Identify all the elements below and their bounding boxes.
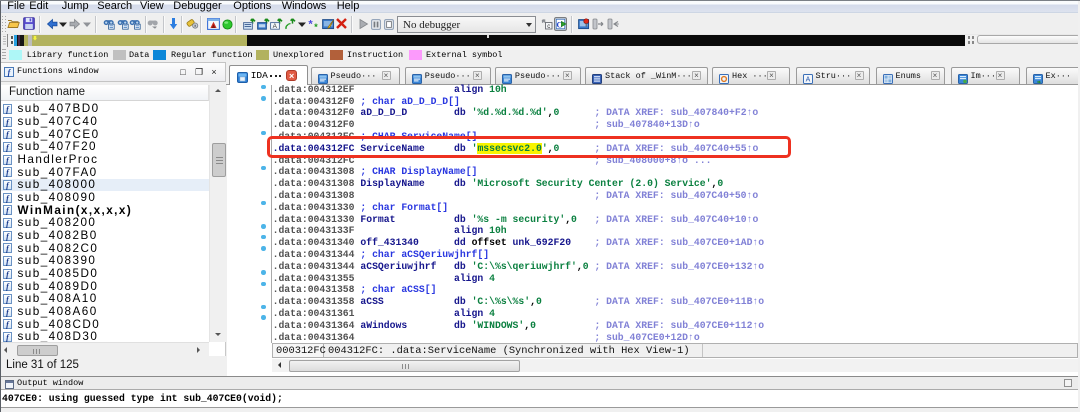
svg-text:*: * — [314, 23, 319, 30]
svg-text:c: c — [547, 24, 550, 30]
svg-text:A: A — [273, 23, 278, 30]
svg-text:A: A — [805, 76, 810, 83]
